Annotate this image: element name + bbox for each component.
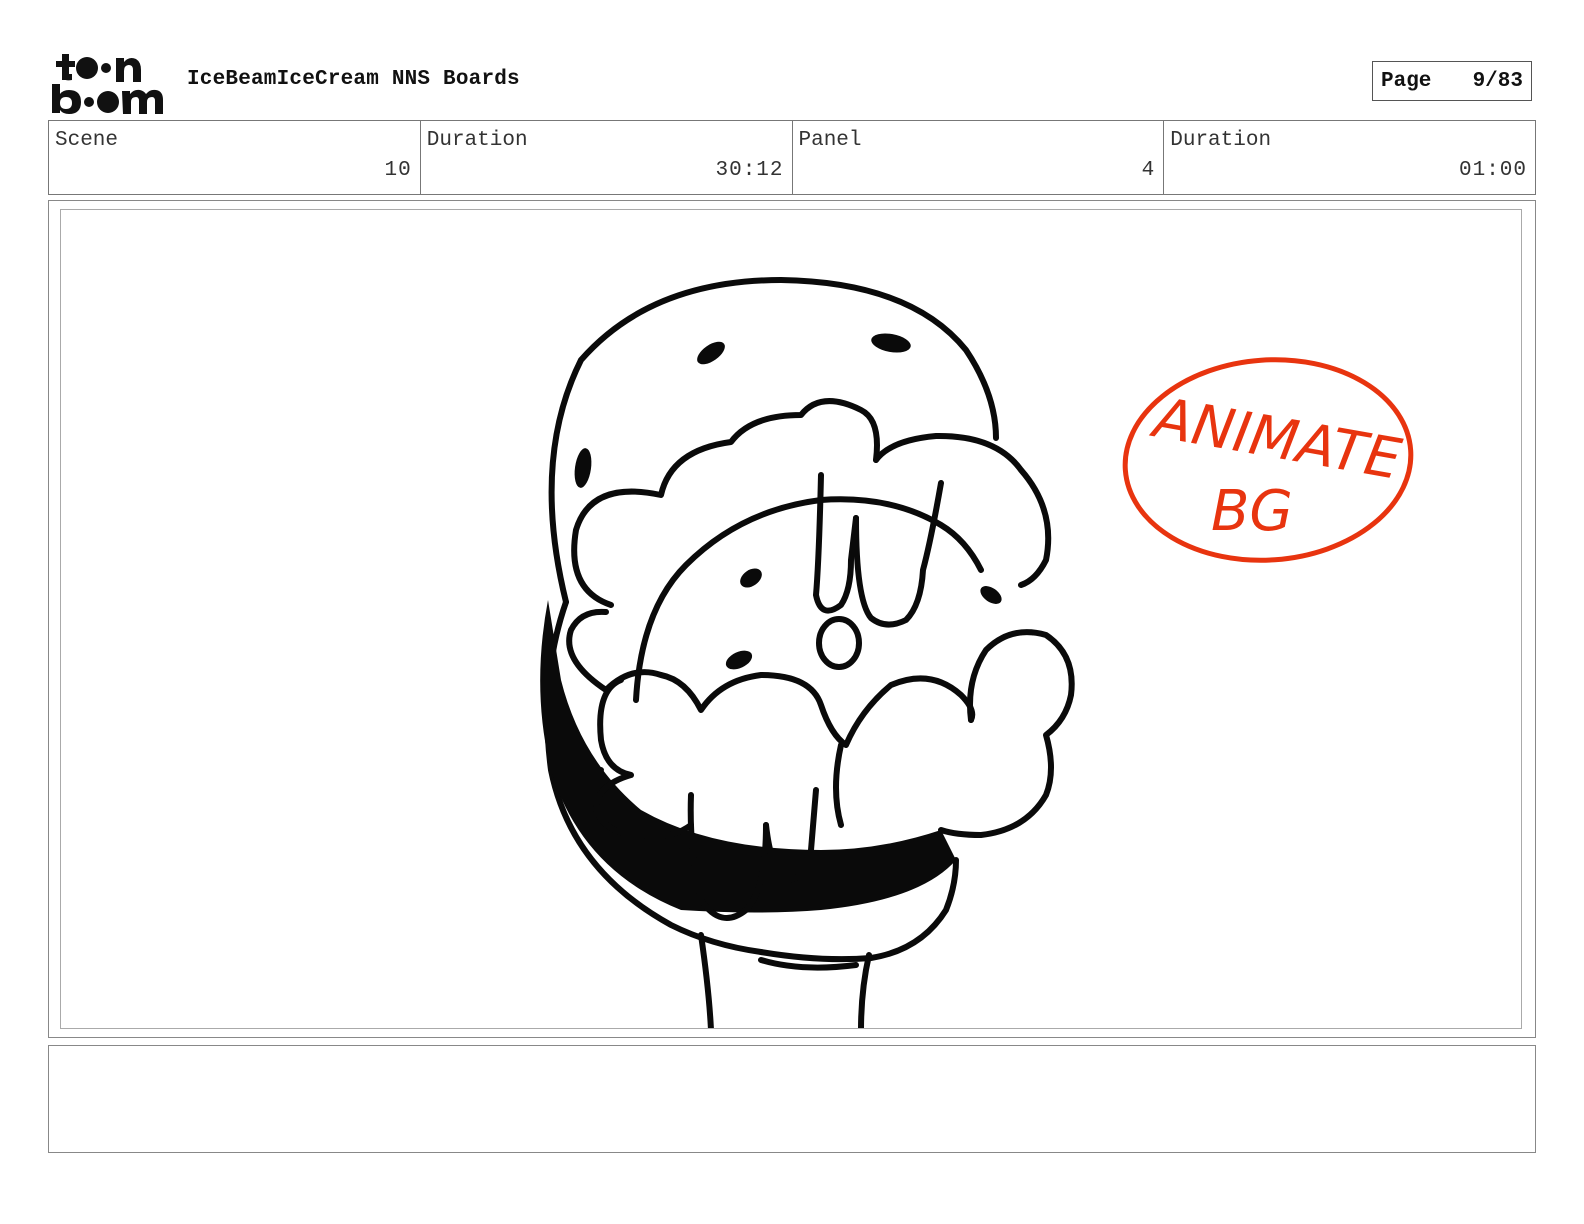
animate-note-line1: ANIMATE (1146, 385, 1406, 493)
storyboard-panel-image: ANIMATE BG (60, 209, 1522, 1029)
toon-boom-logo (52, 54, 163, 114)
scene-duration-cell: Duration 30:12 (421, 121, 793, 194)
panel-label: Panel (798, 129, 862, 152)
scene-duration-value: 30:12 (715, 159, 784, 182)
storyboard-panel-frame: ANIMATE BG (48, 200, 1536, 1038)
panel-caption-box (48, 1045, 1536, 1153)
scene-label: Scene (55, 129, 119, 152)
panel-cell: Panel 4 (793, 121, 1165, 194)
page-label: Page (1381, 69, 1432, 93)
page-number: 9/83 (1472, 69, 1523, 93)
scene-cell: Scene 10 (49, 121, 421, 194)
page-indicator: Page 9/83 (1372, 61, 1532, 101)
animate-note-line2: BG (1211, 479, 1293, 544)
panel-duration-value: 01:00 (1458, 159, 1527, 182)
panel-duration-cell: Duration 01:00 (1164, 121, 1535, 194)
scene-value: 10 (384, 159, 412, 182)
ice-cream-character-drawing: ANIMATE BG (540, 277, 1414, 1028)
document-title: IceBeamIceCream NNS Boards (187, 68, 520, 91)
scene-duration-label: Duration (426, 129, 528, 152)
panel-duration-label: Duration (1170, 129, 1272, 152)
animate-bg-note: ANIMATE BG (1122, 357, 1414, 563)
panel-value: 4 (1141, 159, 1156, 182)
panel-info-row: Scene 10 Duration 30:12 Panel 4 Duration… (48, 120, 1536, 195)
